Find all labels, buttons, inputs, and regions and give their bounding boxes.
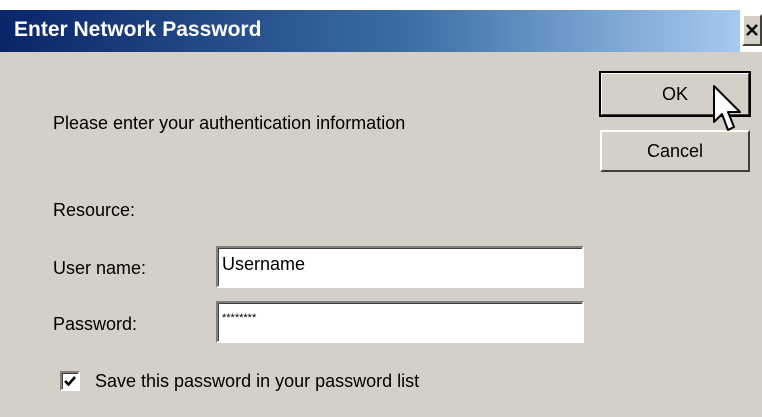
username-label: User name: (53, 258, 147, 278)
ok-button[interactable]: OK (599, 71, 751, 117)
save-password-label[interactable]: Save this password in your password list (95, 371, 419, 392)
cancel-button[interactable]: Cancel (600, 130, 750, 172)
ok-button-label: OK (661, 83, 688, 104)
password-field[interactable]: ******** (216, 301, 584, 343)
dialog-title: Enter Network Password (14, 18, 262, 41)
password-label: Password: (53, 314, 138, 334)
close-icon (746, 24, 758, 36)
network-password-dialog: Enter Network Password Please enter your… (0, 0, 762, 417)
save-password-checkbox[interactable] (60, 371, 80, 391)
resource-label: Resource: (53, 200, 136, 220)
checkmark-icon (64, 376, 76, 387)
username-field[interactable]: Username (216, 246, 584, 288)
close-button[interactable] (742, 14, 762, 46)
cancel-button-label: Cancel (646, 140, 704, 161)
title-bar: Enter Network Password (0, 0, 762, 52)
prompt-text: Please enter your authentication informa… (53, 113, 406, 133)
